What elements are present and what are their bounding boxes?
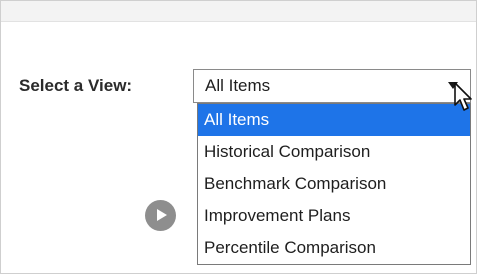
- play-button[interactable]: [145, 200, 176, 231]
- mouse-pointer-icon: [454, 82, 472, 111]
- view-select-value: All Items: [205, 76, 271, 95]
- select-view-label: Select a View:: [19, 76, 133, 95]
- play-icon: [157, 209, 167, 221]
- dropdown-option-improvement-plans[interactable]: Improvement Plans: [198, 200, 470, 232]
- dropdown-option-historical-comparison[interactable]: Historical Comparison: [198, 136, 470, 168]
- header-band: [1, 1, 476, 22]
- view-dropdown-list: All Items Historical Comparison Benchmar…: [197, 103, 471, 265]
- view-select[interactable]: All Items: [193, 69, 471, 103]
- dropdown-option-percentile-comparison[interactable]: Percentile Comparison: [198, 232, 470, 264]
- dropdown-option-benchmark-comparison[interactable]: Benchmark Comparison: [198, 168, 470, 200]
- dropdown-option-all-items[interactable]: All Items: [198, 104, 470, 136]
